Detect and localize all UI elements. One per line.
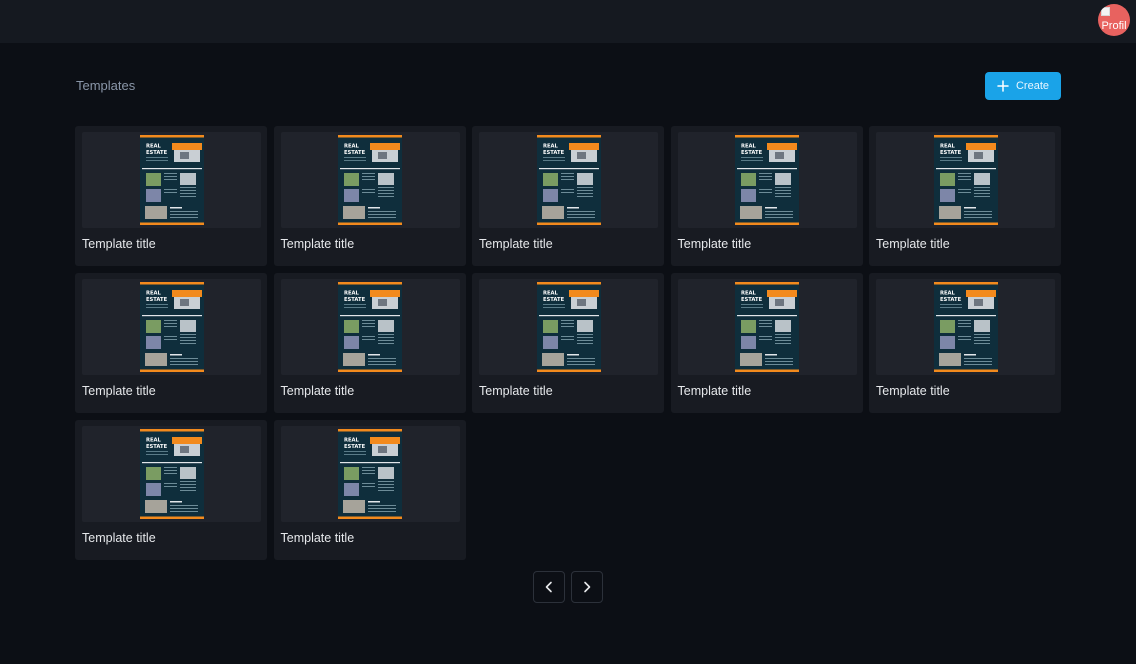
template-card[interactable]: REAL ESTATE Template title [273, 273, 466, 413]
template-thumbnail: REAL ESTATE [876, 132, 1055, 228]
template-thumbnail-flyer: REAL ESTATE [338, 282, 402, 372]
svg-text:ESTATE: ESTATE [741, 150, 763, 156]
previous-page-button[interactable] [533, 571, 565, 603]
template-title: Template title [280, 531, 355, 545]
svg-text:REAL: REAL [940, 144, 956, 150]
svg-text:REAL: REAL [146, 291, 162, 297]
template-thumbnail: REAL ESTATE [280, 279, 460, 375]
svg-text:ESTATE: ESTATE [543, 297, 565, 303]
template-title: Template title [677, 384, 752, 398]
svg-text:ESTATE: ESTATE [344, 150, 366, 156]
template-card[interactable]: REAL ESTATE Template title [273, 420, 466, 560]
template-title: Template title [479, 384, 553, 398]
template-card[interactable]: REAL ESTATE Template title [472, 273, 664, 413]
template-thumbnail: REAL ESTATE [677, 279, 857, 375]
create-button-label: Create [1015, 80, 1050, 92]
template-card[interactable]: REAL ESTATE Template title [75, 420, 267, 560]
template-thumbnail-flyer: REAL ESTATE [139, 429, 204, 519]
template-card[interactable]: REAL ESTATE Template title [670, 273, 863, 413]
template-title: Template title [876, 237, 950, 251]
plus-icon [997, 80, 1009, 92]
template-thumbnail: REAL ESTATE [280, 132, 460, 228]
svg-text:ESTATE: ESTATE [146, 150, 168, 156]
svg-text:REAL: REAL [344, 291, 360, 297]
template-thumbnail-flyer: REAL ESTATE [933, 135, 998, 225]
next-page-button[interactable] [571, 571, 603, 603]
chevron-left-icon [545, 581, 552, 593]
template-thumbnail-flyer: REAL ESTATE [338, 429, 402, 519]
page-title: Templates [76, 78, 136, 93]
template-title: Template title [479, 237, 553, 251]
profile-avatar[interactable]: Profil [1098, 4, 1130, 36]
svg-text:REAL: REAL [741, 144, 757, 150]
template-title: Template title [280, 237, 355, 251]
template-thumbnail: REAL ESTATE [677, 132, 857, 228]
template-thumbnail-flyer: REAL ESTATE [735, 135, 799, 225]
svg-text:REAL: REAL [543, 291, 559, 297]
svg-text:ESTATE: ESTATE [543, 150, 565, 156]
svg-text:ESTATE: ESTATE [146, 444, 168, 450]
template-card[interactable]: REAL ESTATE Template title [869, 126, 1061, 266]
template-thumbnail-flyer: REAL ESTATE [139, 282, 204, 372]
template-thumbnail: REAL ESTATE [479, 132, 658, 228]
svg-text:REAL: REAL [344, 438, 360, 444]
svg-text:REAL: REAL [146, 438, 162, 444]
template-card[interactable]: REAL ESTATE Template title [472, 126, 664, 266]
template-card[interactable]: REAL ESTATE Template title [273, 126, 466, 266]
svg-text:ESTATE: ESTATE [940, 297, 962, 303]
svg-text:REAL: REAL [543, 144, 559, 150]
template-thumbnail-flyer: REAL ESTATE [536, 282, 601, 372]
create-button[interactable]: Create [985, 72, 1061, 100]
svg-text:ESTATE: ESTATE [344, 297, 366, 303]
chevron-right-icon [584, 581, 591, 593]
template-title: Template title [876, 384, 950, 398]
template-thumbnail-flyer: REAL ESTATE [735, 282, 799, 372]
svg-text:REAL: REAL [146, 144, 162, 150]
svg-text:REAL: REAL [940, 291, 956, 297]
svg-text:REAL: REAL [344, 144, 360, 150]
template-card[interactable]: REAL ESTATE Template title [670, 126, 863, 266]
top-bar: Profil [0, 0, 1136, 43]
template-title: Template title [82, 237, 156, 251]
svg-text:ESTATE: ESTATE [940, 150, 962, 156]
template-thumbnail: REAL ESTATE [82, 426, 261, 522]
template-card[interactable]: REAL ESTATE Template title [75, 126, 267, 266]
template-card[interactable]: REAL ESTATE Template title [869, 273, 1061, 413]
svg-text:REAL: REAL [741, 291, 757, 297]
template-card[interactable]: REAL ESTATE Template title [75, 273, 267, 413]
template-thumbnail-flyer: REAL ESTATE [139, 135, 204, 225]
template-thumbnail: REAL ESTATE [876, 279, 1055, 375]
template-thumbnail: REAL ESTATE [280, 426, 460, 522]
template-title: Template title [280, 384, 355, 398]
template-title: Template title [82, 531, 156, 545]
template-thumbnail-flyer: REAL ESTATE [933, 282, 998, 372]
template-title: Template title [677, 237, 752, 251]
template-thumbnail-flyer: REAL ESTATE [536, 135, 601, 225]
template-title: Template title [82, 384, 156, 398]
svg-text:ESTATE: ESTATE [741, 297, 763, 303]
avatar-alt-text: Profil [1101, 20, 1127, 32]
template-thumbnail: REAL ESTATE [82, 279, 261, 375]
template-thumbnail: REAL ESTATE [479, 279, 658, 375]
svg-text:ESTATE: ESTATE [146, 297, 168, 303]
template-thumbnail: REAL ESTATE [82, 132, 261, 228]
broken-image-icon [1101, 7, 1110, 16]
svg-text:ESTATE: ESTATE [344, 444, 366, 450]
template-thumbnail-flyer: REAL ESTATE [338, 135, 402, 225]
